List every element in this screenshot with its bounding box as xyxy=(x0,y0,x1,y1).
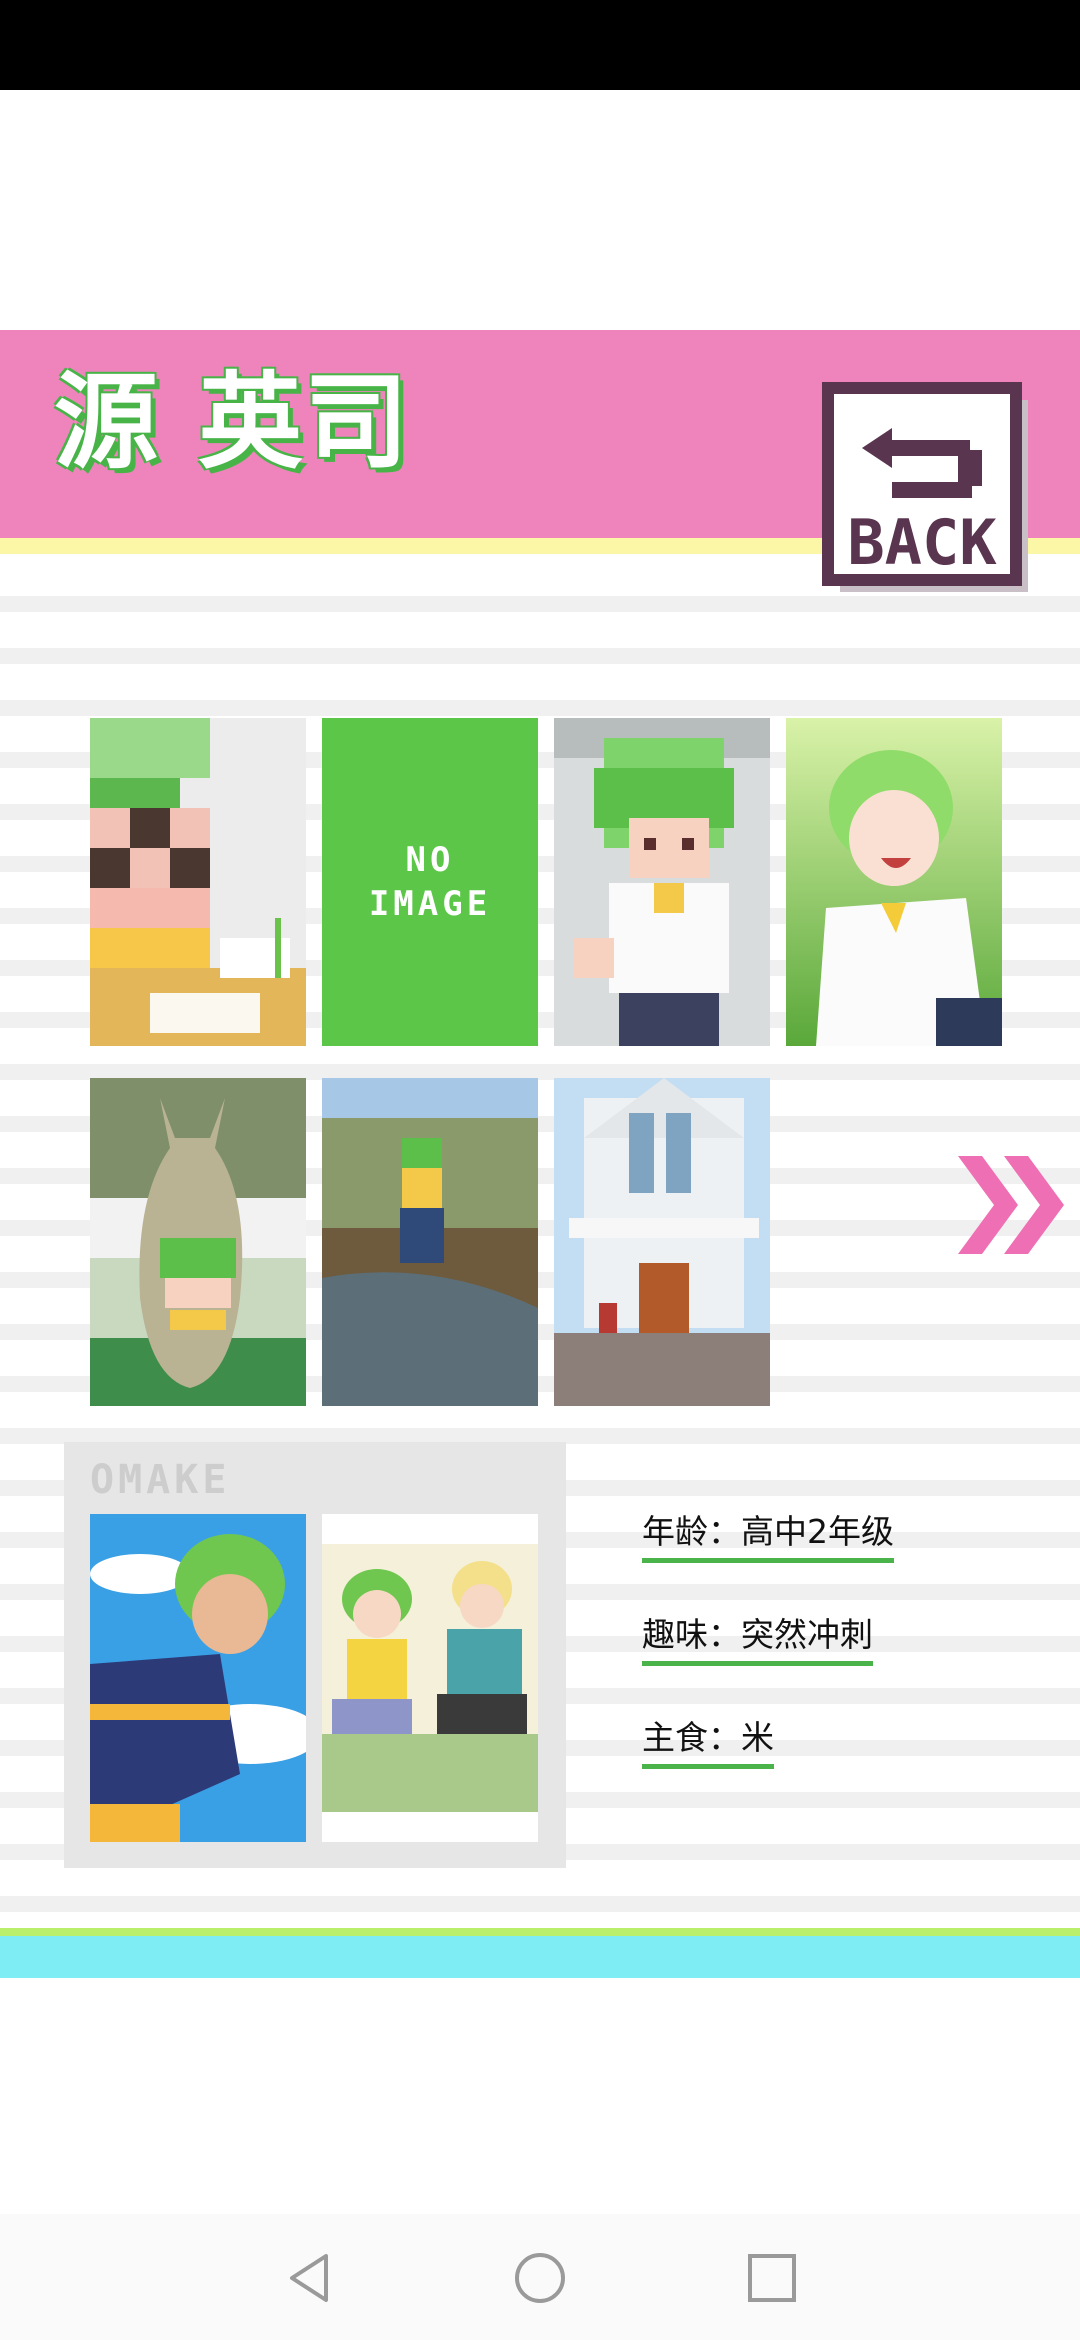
back-arrow-icon: BACK xyxy=(822,382,1028,592)
svg-text:BACK: BACK xyxy=(847,506,997,579)
omake-panel: OMAKE xyxy=(64,1442,566,1868)
pixel-art-desk-image xyxy=(90,718,306,1046)
gallery-photo-3[interactable] xyxy=(554,718,770,1046)
footer-green-stripe xyxy=(0,1928,1080,1936)
gallery-photo-5[interactable] xyxy=(90,1078,306,1406)
nav-recents-button[interactable] xyxy=(744,2250,800,2306)
stream-forest-image xyxy=(322,1078,538,1406)
square-recents-icon xyxy=(748,2254,796,2302)
gallery-photo-1[interactable] xyxy=(90,718,306,1046)
kangaroo-statue-image xyxy=(90,1078,306,1406)
triangle-back-icon xyxy=(290,2254,328,2302)
footer-cyan-band xyxy=(0,1936,1080,1978)
omake-photo-1[interactable] xyxy=(90,1514,306,1842)
two-boys-gaming-image xyxy=(322,1514,538,1842)
no-image-label: NO IMAGE xyxy=(368,840,492,924)
anime-boy-smiling-image xyxy=(786,718,1002,1046)
pixel-art-boy-image xyxy=(554,718,770,1046)
profile-staple-food: 主食：米 xyxy=(642,1716,774,1769)
white-church-image xyxy=(554,1078,770,1406)
profile-hobby: 趣味：突然冲刺 xyxy=(642,1613,873,1666)
omake-photo-2[interactable] xyxy=(322,1514,538,1842)
circle-home-icon xyxy=(515,2253,565,2303)
profile-age: 年龄：高中2年级 xyxy=(642,1510,894,1563)
next-page-button[interactable] xyxy=(952,1150,1072,1260)
nav-home-button[interactable] xyxy=(512,2250,568,2306)
back-button[interactable]: BACK xyxy=(822,382,1036,600)
omake-label: OMAKE xyxy=(90,1457,231,1503)
gallery-photo-4[interactable] xyxy=(786,718,1002,1046)
gallery-photo-6[interactable] xyxy=(322,1078,538,1406)
double-chevron-right-icon xyxy=(958,1156,1064,1254)
status-bar xyxy=(0,0,1080,90)
character-name: 源 英司 xyxy=(54,361,411,483)
gallery-no-image[interactable]: NO IMAGE xyxy=(322,718,538,1046)
gallery-photo-7[interactable] xyxy=(554,1078,770,1406)
nav-back-button[interactable] xyxy=(282,2250,338,2306)
boy-sky-image xyxy=(90,1514,306,1842)
